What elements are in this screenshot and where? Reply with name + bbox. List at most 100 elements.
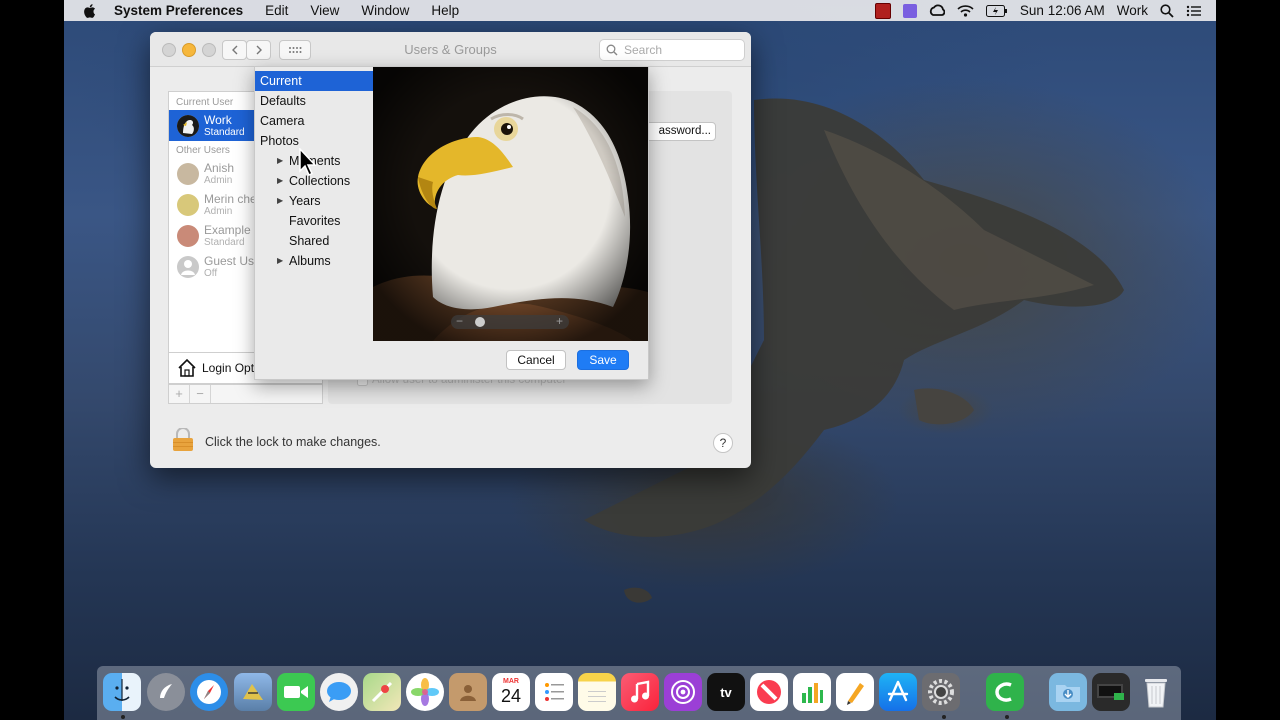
clock-text[interactable]: Sun 12:06 AM bbox=[1020, 3, 1105, 18]
item-label: Albums bbox=[289, 254, 331, 268]
user-role: Off bbox=[204, 268, 218, 279]
maps-icon[interactable] bbox=[363, 673, 401, 711]
calendar-day: 24 bbox=[500, 686, 522, 706]
mail-icon[interactable] bbox=[234, 673, 272, 711]
help-button[interactable]: ? bbox=[713, 433, 733, 453]
search-field[interactable]: Search bbox=[599, 39, 745, 61]
search-placeholder: Search bbox=[624, 43, 663, 57]
reminders-icon[interactable] bbox=[535, 673, 573, 711]
safari-icon[interactable] bbox=[190, 673, 228, 711]
battery-icon[interactable] bbox=[985, 4, 1008, 17]
lock-icon[interactable] bbox=[172, 428, 194, 452]
avatar-photo-preview[interactable]: − + bbox=[373, 67, 648, 341]
user-name: Merin che bbox=[204, 192, 257, 206]
creative-cloud-icon[interactable] bbox=[929, 4, 945, 18]
lock-message: Click the lock to make changes. bbox=[205, 435, 381, 449]
avatar bbox=[177, 256, 199, 278]
user-menu[interactable]: Work bbox=[1117, 3, 1148, 18]
dock: MAR 24 tv bbox=[97, 666, 1181, 720]
photos-icon[interactable] bbox=[406, 673, 444, 711]
pages-icon[interactable] bbox=[836, 673, 874, 711]
numbers-icon[interactable] bbox=[793, 673, 831, 711]
login-options-label: Login Opt bbox=[202, 361, 255, 375]
camtasia-icon[interactable] bbox=[986, 673, 1024, 711]
quicktime-status-icon[interactable] bbox=[902, 3, 917, 18]
contacts-icon[interactable] bbox=[449, 673, 487, 711]
user-role: Standard bbox=[204, 237, 245, 248]
avatar bbox=[177, 163, 199, 185]
menu-app-name[interactable]: System Preferences bbox=[114, 3, 243, 18]
menu-edit[interactable]: Edit bbox=[265, 3, 288, 18]
bald-eagle-image bbox=[373, 67, 648, 341]
item-label: Favorites bbox=[289, 214, 341, 228]
photos-item-favorites[interactable]: Favorites bbox=[255, 211, 373, 231]
disclosure-triangle-icon[interactable]: ▶ bbox=[277, 251, 283, 271]
running-indicator bbox=[1005, 715, 1009, 719]
photos-item-shared[interactable]: Shared bbox=[255, 231, 373, 251]
zoom-slider-knob[interactable] bbox=[474, 317, 485, 327]
item-label: Years bbox=[289, 194, 321, 208]
item-label: Shared bbox=[289, 234, 330, 248]
eagle-avatar-icon bbox=[177, 115, 199, 137]
recording-status-icon[interactable] bbox=[874, 2, 891, 19]
calendar-icon[interactable]: MAR 24 bbox=[492, 673, 530, 711]
photos-item-years[interactable]: ▶ Years bbox=[255, 191, 373, 211]
picture-picker-popover: Current Defaults Camera Photos ▶ Moments… bbox=[254, 66, 649, 380]
zoom-out-icon: − bbox=[456, 314, 464, 328]
downloads-folder-icon[interactable] bbox=[1049, 673, 1087, 711]
source-current[interactable]: Current bbox=[255, 71, 373, 91]
user-name: Anish bbox=[204, 161, 235, 175]
house-icon bbox=[178, 358, 196, 377]
cancel-button[interactable]: Cancel bbox=[506, 350, 566, 370]
avatar bbox=[177, 194, 199, 216]
user-name: Example bbox=[204, 223, 251, 237]
save-button[interactable]: Save bbox=[577, 350, 629, 370]
podcasts-icon[interactable] bbox=[664, 673, 702, 711]
facetime-icon[interactable] bbox=[277, 673, 315, 711]
zoom-slider[interactable]: − + bbox=[451, 314, 569, 329]
user-role: Admin bbox=[204, 206, 233, 217]
launchpad-icon[interactable] bbox=[147, 673, 185, 711]
finder-icon[interactable] bbox=[103, 673, 141, 711]
user-name: Guest Us bbox=[204, 254, 255, 268]
apple-menu-icon[interactable] bbox=[82, 3, 96, 19]
search-icon bbox=[606, 44, 618, 56]
avatar bbox=[177, 115, 199, 137]
notification-center-icon[interactable] bbox=[1186, 5, 1202, 17]
tv-icon[interactable]: tv bbox=[707, 673, 745, 711]
news-icon[interactable] bbox=[750, 673, 788, 711]
user-name: Work bbox=[204, 113, 232, 127]
messages-icon[interactable] bbox=[320, 673, 358, 711]
system-preferences-icon[interactable] bbox=[922, 673, 960, 711]
notes-icon[interactable] bbox=[578, 673, 616, 711]
trash-icon[interactable] bbox=[1137, 673, 1175, 711]
menu-help[interactable]: Help bbox=[431, 3, 459, 18]
app-store-icon[interactable] bbox=[879, 673, 917, 711]
photos-item-albums[interactable]: ▶ Albums bbox=[255, 251, 373, 271]
letterbox-right bbox=[1216, 0, 1280, 720]
disclosure-triangle-icon[interactable]: ▶ bbox=[277, 171, 283, 191]
avatar bbox=[177, 225, 199, 247]
remove-user-button[interactable]: − bbox=[190, 385, 211, 403]
disclosure-triangle-icon[interactable]: ▶ bbox=[277, 151, 283, 171]
letterbox-left bbox=[0, 0, 64, 720]
user-role: Standard bbox=[204, 127, 245, 138]
menu-window[interactable]: Window bbox=[361, 3, 409, 18]
running-indicator bbox=[942, 715, 946, 719]
add-remove-bar: + − bbox=[168, 384, 323, 404]
music-icon[interactable] bbox=[621, 673, 659, 711]
wifi-icon[interactable] bbox=[957, 4, 974, 17]
window-titlebar[interactable]: Users & Groups Search bbox=[150, 32, 751, 67]
mouse-pointer-icon bbox=[299, 148, 317, 177]
screen-recording-icon[interactable] bbox=[1092, 673, 1130, 711]
source-camera[interactable]: Camera bbox=[255, 111, 373, 131]
running-indicator bbox=[121, 715, 125, 719]
menu-view[interactable]: View bbox=[310, 3, 339, 18]
spotlight-search-icon[interactable] bbox=[1160, 3, 1174, 18]
add-user-button[interactable]: + bbox=[169, 385, 190, 403]
menu-bar: System Preferences Edit View Window Help… bbox=[64, 0, 1216, 21]
disclosure-triangle-icon[interactable]: ▶ bbox=[277, 191, 283, 211]
user-role: Admin bbox=[204, 175, 233, 186]
source-defaults[interactable]: Defaults bbox=[255, 91, 373, 111]
zoom-in-icon: + bbox=[555, 314, 563, 328]
